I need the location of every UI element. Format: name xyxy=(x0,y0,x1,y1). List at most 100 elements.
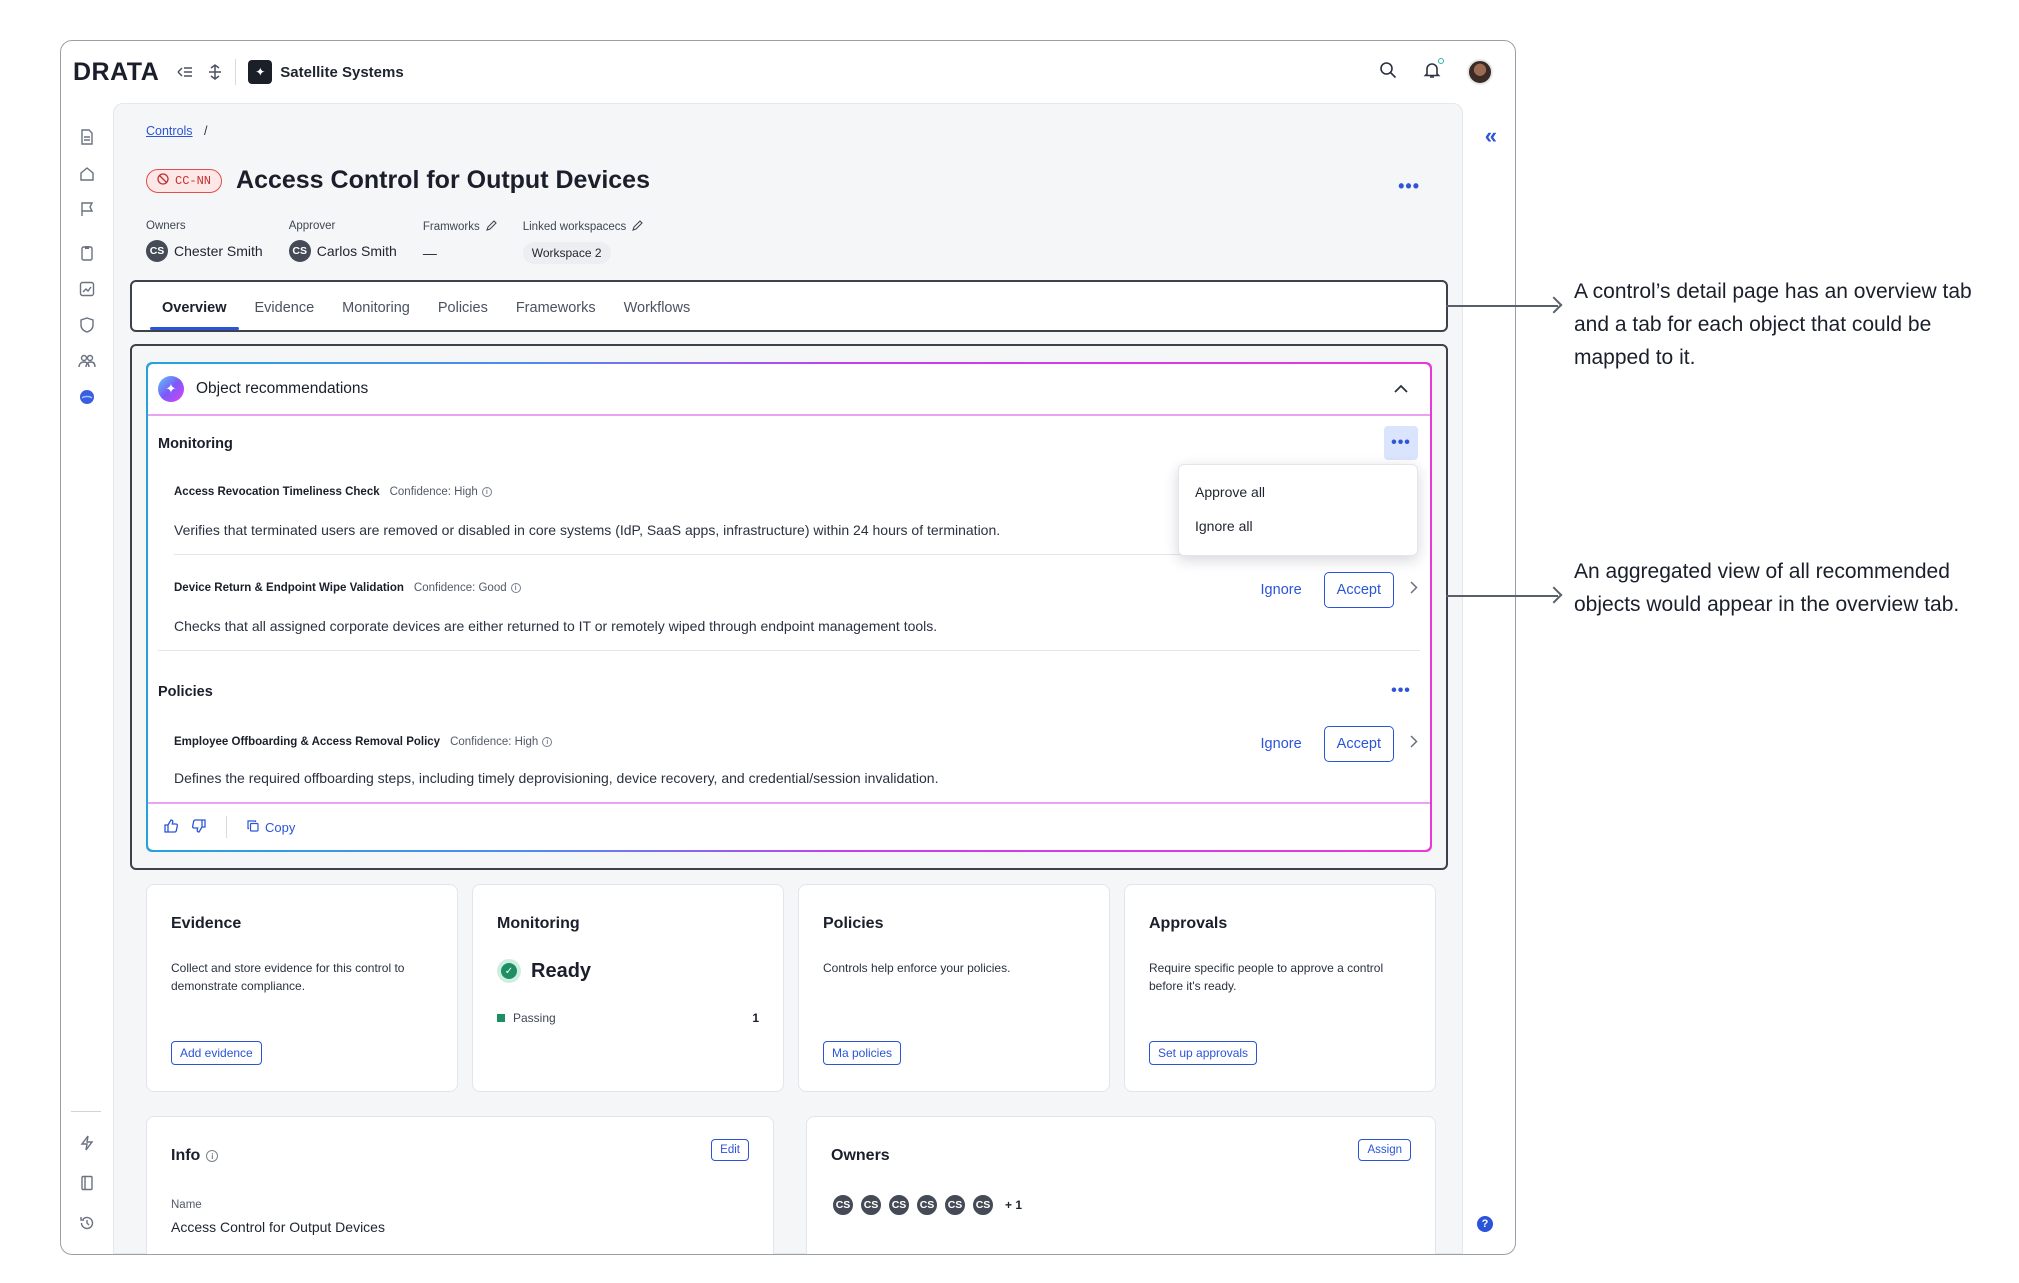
tab-monitoring[interactable]: Monitoring xyxy=(328,300,424,330)
monitoring-card-title: Monitoring xyxy=(497,915,580,932)
history-icon[interactable] xyxy=(77,1213,97,1233)
avatar[interactable]: CS xyxy=(943,1193,967,1217)
edit-button[interactable]: Edit xyxy=(711,1139,749,1161)
confidence-text: Confidence: Good xyxy=(413,582,507,594)
info-icon[interactable]: i xyxy=(206,1150,219,1162)
info-icon[interactable]: i xyxy=(542,737,553,747)
accept-button[interactable]: Accept xyxy=(1323,572,1394,608)
avatar[interactable]: CS xyxy=(887,1193,911,1217)
monitoring-status: ✓ Ready xyxy=(497,959,591,983)
evidence-card-description: Collect and store evidence for this cont… xyxy=(171,961,405,993)
clipboard-icon[interactable] xyxy=(77,243,97,263)
workspace-name[interactable]: Satellite Systems xyxy=(280,64,403,81)
breadcrumb-controls-link[interactable]: Controls xyxy=(146,124,193,138)
owner-name: Chester Smith xyxy=(174,243,263,259)
chevron-right-icon[interactable] xyxy=(1410,581,1418,599)
monitoring-section-title: Monitoring xyxy=(158,436,233,452)
owners-value[interactable]: CS Chester Smith xyxy=(146,240,263,262)
approver-value[interactable]: CS Carlos Smith xyxy=(288,240,397,262)
monitoring-more-icon[interactable]: ••• xyxy=(1384,426,1418,460)
move-icon[interactable] xyxy=(205,62,225,82)
policies-card-description: Controls help enforce your policies. xyxy=(823,961,1011,975)
status-blocked-icon xyxy=(157,172,169,189)
ignore-all-menu-item[interactable]: Ignore all xyxy=(1179,509,1417,543)
recommendation-name-text: Employee Offboarding & Access Removal Po… xyxy=(174,736,441,748)
collapse-panel-icon[interactable]: « xyxy=(1485,123,1497,149)
thumbs-up-icon[interactable] xyxy=(164,818,178,836)
bolt-icon[interactable] xyxy=(77,1133,97,1153)
workspace-chip[interactable]: Workspace 2 xyxy=(522,242,611,264)
map-policies-button[interactable]: Ma policies xyxy=(823,1041,902,1065)
search-icon[interactable] xyxy=(1379,61,1397,84)
info-icon[interactable]: i xyxy=(510,583,521,593)
accept-button[interactable]: Accept xyxy=(1323,726,1394,762)
bell-icon[interactable] xyxy=(1423,57,1444,84)
evidence-card: Evidence Collect and store evidence for … xyxy=(146,884,458,1092)
policies-section-title: Policies xyxy=(158,684,213,700)
document-icon[interactable] xyxy=(77,127,97,147)
owners-meta: Owners CS Chester Smith xyxy=(146,220,263,264)
avatar[interactable]: CS xyxy=(831,1193,855,1217)
shield-icon[interactable] xyxy=(77,315,97,335)
info-icon[interactable]: i xyxy=(481,487,492,497)
thumbs-down-icon[interactable] xyxy=(192,818,206,836)
ignore-button[interactable]: Ignore xyxy=(1261,736,1302,752)
bulk-actions-menu: Approve all Ignore all xyxy=(1178,464,1418,556)
ignore-button[interactable]: Ignore xyxy=(1261,582,1302,598)
recommendation-description: Checks that all assigned corporate devic… xyxy=(174,618,938,634)
assign-button[interactable]: Assign xyxy=(1358,1139,1411,1161)
tab-policies[interactable]: Policies xyxy=(424,300,502,330)
avatar[interactable]: CS xyxy=(971,1193,995,1217)
approve-all-menu-item[interactable]: Approve all xyxy=(1179,475,1417,509)
recommendation-item: Employee Offboarding & Access Removal Po… xyxy=(174,726,1418,786)
recommendation-description: Defines the required offboarding steps, … xyxy=(174,770,939,786)
owners-label: Owners xyxy=(146,220,186,232)
avatar: CS xyxy=(288,240,311,262)
annotation-arrow-head xyxy=(1545,296,1563,314)
policies-card-title: Policies xyxy=(823,915,884,932)
frameworks-label-text: Framworks xyxy=(422,221,480,233)
approver-meta: Approver CS Carlos Smith xyxy=(288,220,397,264)
tab-frameworks[interactable]: Frameworks xyxy=(502,300,610,330)
frameworks-value: — xyxy=(422,245,437,261)
settings-icon[interactable] xyxy=(77,1253,97,1254)
confidence-text: Confidence: High xyxy=(450,736,539,748)
home-icon[interactable] xyxy=(77,163,97,183)
title-row: CC-NN Access Control for Output Devices xyxy=(146,166,650,195)
copy-label: Copy xyxy=(265,819,296,835)
avatar[interactable]: CS xyxy=(859,1193,883,1217)
edit-pencil-icon[interactable] xyxy=(632,220,644,234)
add-evidence-button[interactable]: Add evidence xyxy=(171,1041,262,1065)
evidence-card-title: Evidence xyxy=(171,915,242,932)
more-owners-count[interactable]: + 1 xyxy=(1005,1198,1022,1212)
user-avatar[interactable] xyxy=(1467,59,1493,85)
edit-pencil-icon[interactable] xyxy=(485,220,497,234)
tab-workflows[interactable]: Workflows xyxy=(610,300,705,330)
policies-more-icon[interactable]: ••• xyxy=(1384,674,1418,708)
footer-divider xyxy=(226,816,227,838)
info-card: Info i Edit Name Access Control for Outp… xyxy=(146,1116,774,1254)
recommendation-actions: Ignore Accept xyxy=(1261,726,1418,762)
topbar-actions xyxy=(1379,57,1503,85)
tab-overview[interactable]: Overview xyxy=(148,300,241,330)
passing-label: Passing xyxy=(513,1011,556,1025)
chevron-up-icon[interactable] xyxy=(1394,380,1408,398)
collapse-menu-icon[interactable] xyxy=(175,62,195,82)
more-actions-icon[interactable]: ••• xyxy=(1398,176,1420,197)
flag-icon[interactable] xyxy=(77,199,97,219)
tab-evidence[interactable]: Evidence xyxy=(241,300,329,330)
info-card-title-text: Info xyxy=(171,1147,201,1164)
set-up-approvals-button[interactable]: Set up approvals xyxy=(1149,1041,1258,1065)
recommendations-header[interactable]: ✦ Object recommendations xyxy=(148,364,1430,416)
book-icon[interactable] xyxy=(77,1173,97,1193)
ai-icon[interactable] xyxy=(77,387,97,407)
recommendations-card-body: ✦ Object recommendations Monitoring ••• … xyxy=(148,364,1430,850)
people-icon[interactable] xyxy=(77,351,97,371)
status-badge: CC-NN xyxy=(146,168,223,193)
avatar[interactable]: CS xyxy=(915,1193,939,1217)
help-icon[interactable]: ? xyxy=(1477,1216,1493,1232)
copy-button[interactable]: Copy xyxy=(247,820,295,835)
chart-icon[interactable] xyxy=(77,279,97,299)
chevron-right-icon[interactable] xyxy=(1410,735,1418,753)
linked-workspaces-label-text: Linked workspacecs xyxy=(522,221,627,233)
